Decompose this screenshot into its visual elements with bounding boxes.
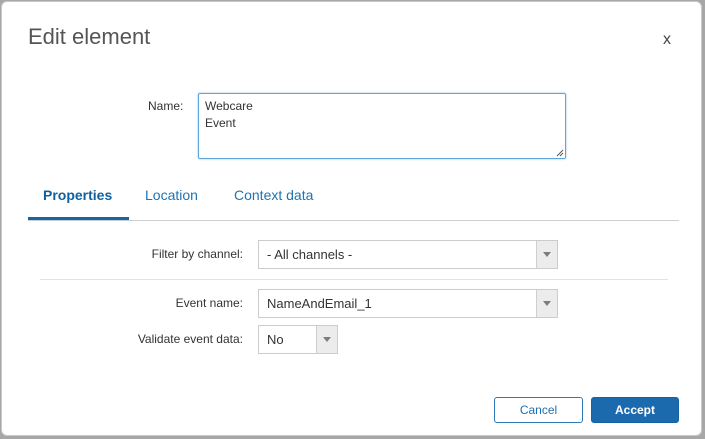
filter-by-channel-label: Filter by channel:	[151, 247, 243, 261]
chevron-down-icon[interactable]	[316, 326, 337, 353]
name-text-line: Webcare	[205, 99, 253, 113]
event-name-value: NameAndEmail_1	[267, 296, 372, 311]
filter-by-channel-select[interactable]: - All channels -	[258, 240, 558, 269]
chevron-down-icon[interactable]	[536, 290, 557, 317]
name-textarea[interactable]: Webcare Event	[198, 93, 566, 159]
event-name-label: Event name:	[175, 296, 243, 310]
resize-grip-icon[interactable]	[556, 149, 564, 157]
name-label: Name:	[148, 99, 184, 113]
event-name-select[interactable]: NameAndEmail_1	[258, 289, 558, 318]
validate-event-data-value: No	[267, 332, 284, 347]
validate-event-data-select[interactable]: No	[258, 325, 338, 354]
cancel-button[interactable]: Cancel	[494, 397, 583, 423]
tab-bar: Properties Location Context data	[28, 179, 679, 221]
section-divider	[40, 279, 668, 280]
filter-by-channel-value: - All channels -	[267, 247, 353, 262]
validate-event-data-label: Validate event data:	[137, 332, 243, 346]
accept-button[interactable]: Accept	[591, 397, 679, 423]
dialog-title: Edit element	[28, 24, 151, 49]
tab-location[interactable]: Location	[145, 179, 198, 220]
close-icon[interactable]: x	[663, 31, 671, 49]
name-text-line: Event	[205, 116, 236, 130]
tab-properties[interactable]: Properties	[28, 179, 129, 220]
chevron-down-icon[interactable]	[536, 241, 557, 268]
edit-element-dialog: Edit element x Name: Webcare Event Prope…	[1, 1, 702, 436]
tab-context-data[interactable]: Context data	[234, 179, 313, 220]
